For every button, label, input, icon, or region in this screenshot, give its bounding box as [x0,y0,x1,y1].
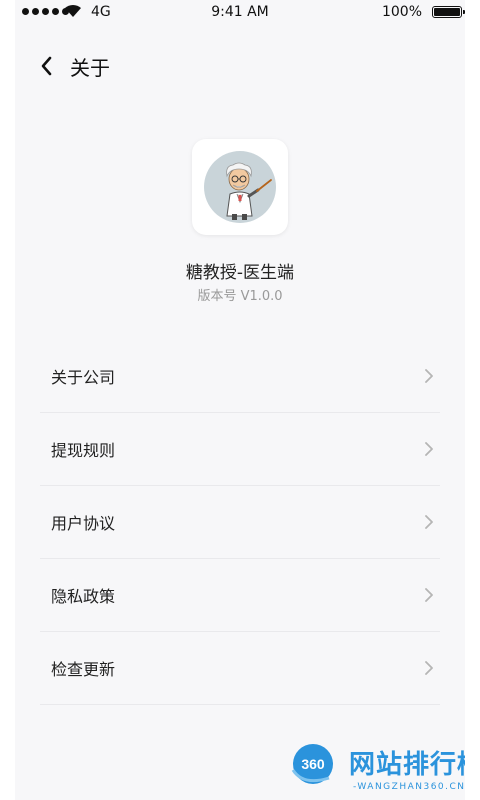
watermark-text: 网站排行榜 [349,750,465,780]
menu-item-check-update[interactable]: 检查更新 [40,632,440,705]
watermark: 360 网站排行榜 -WANGZHAN360.CN- [273,738,465,800]
menu-item-user-agreement[interactable]: 用户协议 [40,486,440,559]
page-title: 关于 [70,56,110,80]
professor-avatar-icon [204,151,276,223]
chevron-right-icon [425,442,433,456]
app-version: 版本号 V1.0.0 [197,289,283,304]
menu-item-label: 用户协议 [51,514,116,533]
watermark-logo-icon: 360 [291,744,333,784]
watermark-url: -WANGZHAN360.CN- [353,782,465,792]
chevron-right-icon [425,661,433,675]
watermark-logo-text: 360 [301,756,325,772]
menu-item-privacy-policy[interactable]: 隐私政策 [40,559,440,632]
menu-item-label: 检查更新 [51,660,116,679]
nav-bar: 关于 [15,40,465,92]
chevron-left-icon [41,56,52,76]
chevron-right-icon [425,588,433,602]
about-screen: 4G 9:41 AM 100% 关于 糖教授-医生端 版本号 V1.0.0 关于… [15,0,465,800]
chevron-right-icon [425,515,433,529]
app-logo [192,139,288,235]
status-bar: 4G 9:41 AM 100% [15,0,465,24]
menu-item-about-company[interactable]: 关于公司 [40,340,440,413]
menu-item-label: 关于公司 [51,368,116,387]
back-button[interactable] [35,54,57,78]
battery-icon [432,6,465,18]
app-name: 糖教授-医生端 [185,263,295,283]
menu-item-label: 提现规则 [51,441,116,460]
menu-item-withdraw-rules[interactable]: 提现规则 [40,413,440,486]
chevron-right-icon [425,369,433,383]
menu-list: 关于公司 提现规则 用户协议 隐私政策 检查更新 [40,340,440,705]
battery-percentage: 100% [381,4,422,20]
menu-item-label: 隐私政策 [51,587,116,606]
